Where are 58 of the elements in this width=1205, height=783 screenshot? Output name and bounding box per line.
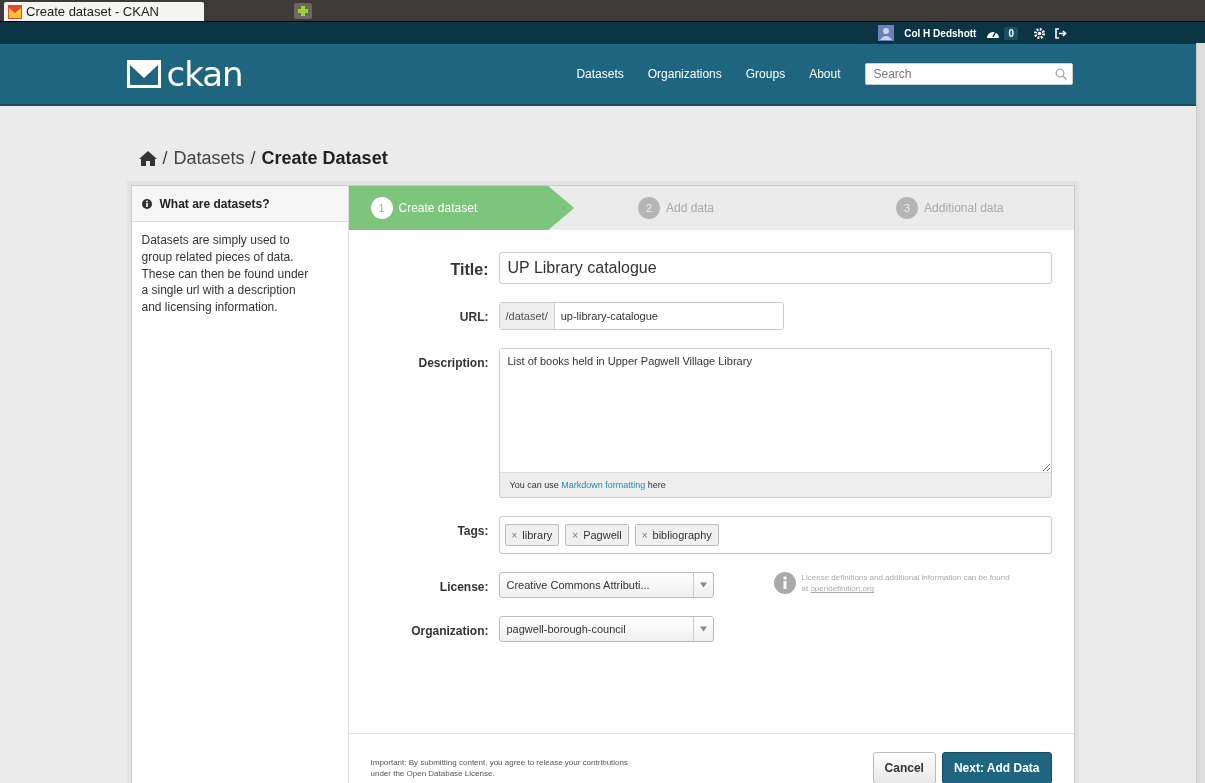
cancel-button[interactable]: Cancel <box>872 752 936 783</box>
url-prefix: /dataset/ <box>499 303 555 329</box>
field-label: License: <box>438 579 490 594</box>
title-field[interactable]: UP Library catalogue <box>498 252 1052 284</box>
tag-chip[interactable]: × bibliography <box>634 524 719 546</box>
next-button[interactable]: Next: Add Data <box>941 752 1052 783</box>
info-icon <box>773 572 796 595</box>
settings-icon[interactable] <box>1034 27 1045 39</box>
info-icon <box>141 198 152 209</box>
remove-icon[interactable]: × <box>511 529 518 541</box>
step-number: 1 <box>370 197 393 219</box>
license-info-text: License definitions and additional information can be found at opendefinition.org <box>801 572 1011 595</box>
license-notice: Important: By submitting content, you agree to release your contributions under the Open Database License. <box>370 756 629 780</box>
envelope-icon <box>8 4 22 19</box>
tags-field[interactable]: × library × Pagwell × bibliography <box>498 516 1052 554</box>
tag-chip[interactable]: × Pagwell <box>565 524 629 546</box>
select-dropdown[interactable]: Creative Commons Attributi... <box>498 572 714 598</box>
remove-icon[interactable]: × <box>572 529 579 541</box>
tag-label: bibliography <box>652 529 712 541</box>
url-field[interactable]: /dataset/ up-library-catalogue <box>498 302 784 330</box>
sidebar-text: Datasets are simply used to group related pieces of data. These can then be found under a single url with a description and licensing information. <box>140 232 310 317</box>
nav-link[interactable]: Datasets <box>576 67 624 81</box>
description-field[interactable]: List of books held in Upper Pagwell Village Library <box>499 349 1051 473</box>
remove-icon[interactable]: × <box>641 529 648 541</box>
tag-label: library <box>522 529 553 541</box>
sidebar-heading: What are datasets? <box>159 196 270 211</box>
logo-text[interactable]: ckan <box>166 57 243 91</box>
field-label: Tags: <box>456 523 490 538</box>
breadcrumb-current: Create Dataset <box>261 148 388 169</box>
browser-tab[interactable]: Create dataset - CKAN <box>4 2 204 21</box>
breadcrumb-separator: / <box>162 148 168 169</box>
search-icon <box>1054 68 1067 80</box>
tag-chip[interactable]: × library <box>504 524 560 546</box>
step-number: 3 <box>896 197 919 219</box>
breadcrumb-separator: / <box>250 148 256 169</box>
markdown-hint: You can use Markdown formatting here <box>508 479 667 492</box>
search-field[interactable]: Search <box>864 63 1073 85</box>
step-label: Add data <box>666 201 715 215</box>
nav-link[interactable]: About <box>809 67 841 81</box>
dashboard-count: 0 <box>1004 26 1018 40</box>
sign-out-icon[interactable] <box>1055 27 1067 39</box>
plus-icon[interactable] <box>294 3 312 19</box>
field-label: URL: <box>458 309 490 324</box>
envelope-logo-icon[interactable] <box>126 60 161 88</box>
nav-link[interactable]: Organizations <box>647 67 722 81</box>
step-label: Additional data <box>924 201 1004 215</box>
select-dropdown[interactable]: pagwell-borough-council <box>498 616 714 642</box>
nav-link[interactable]: Groups <box>745 67 786 81</box>
tag-label: Pagwell <box>583 529 622 541</box>
breadcrumb-link[interactable]: Datasets <box>173 148 245 169</box>
avatar-icon <box>878 25 895 41</box>
scrollbar[interactable] <box>1196 43 1205 783</box>
home-icon[interactable] <box>138 151 157 166</box>
field-label: Description: <box>417 355 490 370</box>
user-name-link[interactable]: Col H Dedshott <box>904 27 977 39</box>
field-label: Title: <box>449 260 490 279</box>
field-label: Organization: <box>410 623 490 638</box>
step-label: Create dataset <box>398 201 478 215</box>
